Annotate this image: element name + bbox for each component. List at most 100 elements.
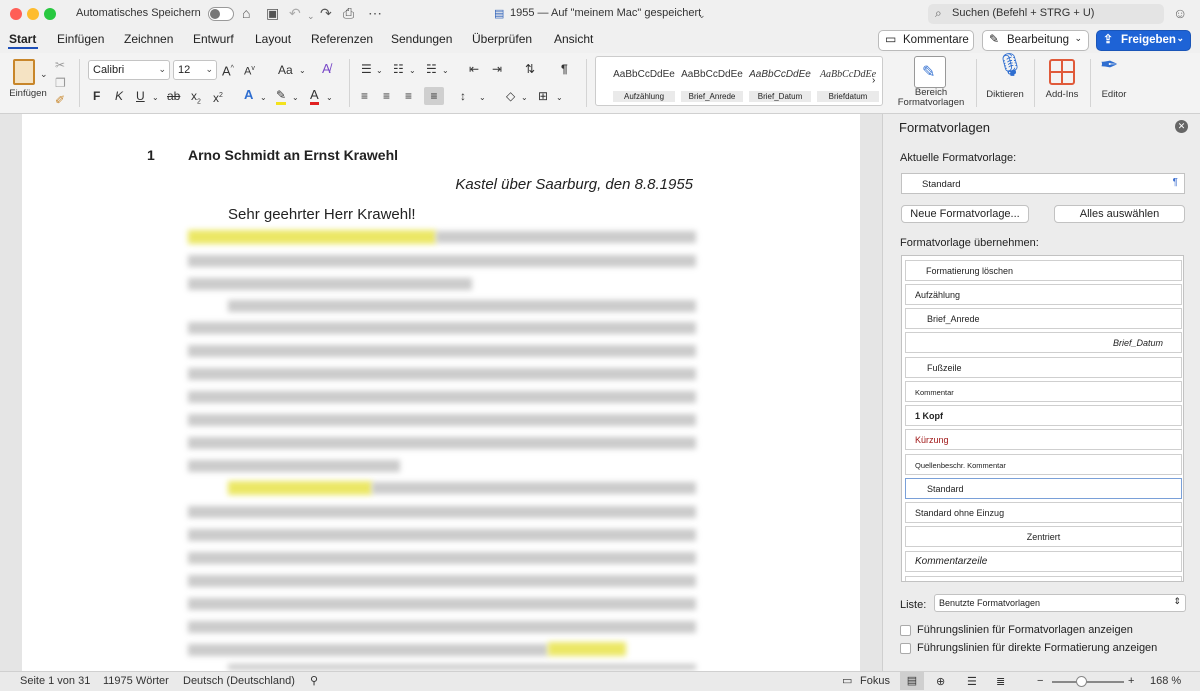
tab-referenzen[interactable]: Referenzen xyxy=(311,32,373,46)
style-item-quellenbeschr-kommentar[interactable]: Quellenbeschr. Kommentar xyxy=(905,454,1182,475)
select-all-button[interactable]: Alles auswählen xyxy=(1054,205,1185,223)
paste-dropdown-icon[interactable]: ⌄ xyxy=(40,67,48,81)
style-item-kuerzung[interactable]: Kürzung xyxy=(905,429,1182,450)
undo-dropdown-icon[interactable]: ⌄ xyxy=(307,8,315,24)
case-chevron-icon[interactable]: ⌄ xyxy=(299,64,306,78)
new-style-button[interactable]: Neue Formatvorlage... xyxy=(901,205,1029,223)
effects-chevron-icon[interactable]: ⌄ xyxy=(260,91,267,105)
borders-icon[interactable]: ⊞ xyxy=(538,89,548,103)
paste-icon[interactable] xyxy=(13,59,35,85)
decrease-indent-icon[interactable]: ⇤ xyxy=(469,62,479,76)
style-item-aufzaehlung[interactable]: Aufzählung xyxy=(905,284,1182,305)
gallery-style-aufzaehlung[interactable]: AaBbCcDdEe Aufzählung xyxy=(613,61,675,103)
draft-view-icon[interactable]: ≣ xyxy=(996,675,1005,688)
more-icon[interactable]: ⋯ xyxy=(368,5,382,21)
underline-button[interactable]: U xyxy=(136,89,145,103)
font-color-icon[interactable]: A xyxy=(310,88,319,105)
accessibility-icon[interactable]: ⚲ xyxy=(310,674,318,687)
tab-ueberpruefen[interactable]: Überprüfen xyxy=(472,32,532,46)
text-effects-icon[interactable]: A xyxy=(244,88,253,102)
bullets-icon[interactable]: ☰ xyxy=(361,62,372,76)
align-left-icon[interactable]: ≡ xyxy=(361,89,368,103)
outline-view-icon[interactable]: ☰ xyxy=(967,675,977,688)
style-item-partial[interactable] xyxy=(905,576,1182,581)
tab-ansicht[interactable]: Ansicht xyxy=(554,32,593,46)
borders-chevron-icon[interactable]: ⌄ xyxy=(556,91,563,105)
change-case-button[interactable]: Aa xyxy=(278,63,293,77)
page-count[interactable]: Seite 1 von 31 xyxy=(20,675,90,687)
gallery-style-brief-datum[interactable]: AaBbCcDdEe Brief_Datum xyxy=(749,61,811,103)
subscript-button[interactable]: x2 xyxy=(191,89,201,109)
gallery-style-brief-anrede[interactable]: AaBbCcDdEe Brief_Anrede xyxy=(681,61,743,103)
guide-direct-checkbox[interactable] xyxy=(900,643,911,654)
zoom-in-icon[interactable]: + xyxy=(1128,675,1134,687)
zoom-window-button[interactable] xyxy=(44,8,56,20)
style-item-standard[interactable]: Standard xyxy=(905,478,1182,499)
style-item-standard-ohne-einzug[interactable]: Standard ohne Einzug xyxy=(905,502,1182,523)
search-field[interactable]: ⌕ Suchen (Befehl + STRG + U) xyxy=(928,4,1164,24)
list-filter-select[interactable]: Benutzte Formatvorlagen ⇕ xyxy=(934,594,1186,612)
highlight-chevron-icon[interactable]: ⌄ xyxy=(292,91,299,105)
sort-icon[interactable]: ⇅ xyxy=(525,62,535,76)
align-center-icon[interactable]: ≡ xyxy=(383,89,390,103)
language[interactable]: Deutsch (Deutschland) xyxy=(183,675,295,687)
numbering-chevron-icon[interactable]: ⌄ xyxy=(409,64,416,78)
addins-icon[interactable] xyxy=(1049,59,1075,85)
minimize-window-button[interactable] xyxy=(27,8,39,20)
increase-indent-icon[interactable]: ⇥ xyxy=(492,62,502,76)
multilevel-chevron-icon[interactable]: ⌄ xyxy=(442,64,449,78)
styles-pane-icon[interactable]: ✎ xyxy=(914,56,946,88)
align-right-icon[interactable]: ≡ xyxy=(405,89,412,103)
guide-styles-checkbox[interactable] xyxy=(900,625,911,636)
font-name-dropdown[interactable]: Calibri ⌄ xyxy=(88,60,170,80)
justify-icon[interactable]: ≡ xyxy=(424,87,444,105)
tab-entwurf[interactable]: Entwurf xyxy=(193,32,234,46)
autosave-toggle[interactable] xyxy=(208,7,234,21)
underline-chevron-icon[interactable]: ⌄ xyxy=(152,91,159,105)
web-layout-icon[interactable]: ⊕ xyxy=(936,675,945,688)
styles-pane-label[interactable]: Bereich Formatvorlagen xyxy=(892,88,970,108)
share-button[interactable]: ⇪ Freigeben ⌄ xyxy=(1096,30,1191,51)
comments-button[interactable]: ▭ Kommentare xyxy=(878,30,974,51)
clear-formatting-icon[interactable]: A̸ xyxy=(322,62,331,76)
focus-icon[interactable]: ▭ xyxy=(842,674,852,687)
shading-chevron-icon[interactable]: ⌄ xyxy=(521,91,528,105)
strikethrough-button[interactable]: ab xyxy=(167,89,180,103)
close-window-button[interactable] xyxy=(10,8,22,20)
bullets-chevron-icon[interactable]: ⌄ xyxy=(376,64,383,78)
zoom-percent[interactable]: 168 % xyxy=(1150,675,1181,687)
line-spacing-icon[interactable]: ↕ xyxy=(460,89,466,103)
zoom-out-icon[interactable]: − xyxy=(1037,675,1043,687)
style-item-clear-formatting[interactable]: Formatierung löschen xyxy=(905,260,1182,281)
font-color-chevron-icon[interactable]: ⌄ xyxy=(326,91,333,105)
gallery-style-briefdatum[interactable]: AaBbCcDdEe Briefdatum xyxy=(817,61,879,103)
word-count[interactable]: 11975 Wörter xyxy=(103,675,169,687)
format-painter-icon[interactable]: ✐ xyxy=(55,93,65,107)
redo-icon[interactable]: ↷ xyxy=(320,5,332,21)
style-item-fusszeile[interactable]: Fußzeile xyxy=(905,357,1182,378)
tab-layout[interactable]: Layout xyxy=(255,32,291,46)
grow-font-button[interactable]: A^ xyxy=(222,62,234,78)
current-style-field[interactable]: Standard ¶ xyxy=(901,173,1185,194)
tab-start[interactable]: Start xyxy=(9,32,36,46)
style-item-brief-anrede[interactable]: Brief_Anrede xyxy=(905,308,1182,329)
print-icon[interactable]: ⎙ xyxy=(343,5,354,21)
shading-icon[interactable]: ◇ xyxy=(506,89,515,103)
pilcrow-icon[interactable]: ¶ xyxy=(561,62,568,76)
focus-button[interactable]: Fokus xyxy=(860,675,890,687)
document-title[interactable]: 1955 — Auf "meinem Mac" gespeichert xyxy=(510,7,701,19)
editor-pen-icon[interactable]: ✒ xyxy=(1100,54,1118,76)
style-item-kopf[interactable]: 1 Kopf xyxy=(905,405,1182,426)
italic-button[interactable]: K xyxy=(115,89,123,103)
gallery-more-icon[interactable]: › xyxy=(872,75,875,86)
highlight-icon[interactable]: ✎ xyxy=(276,88,287,105)
cut-icon[interactable]: ✂ xyxy=(55,58,65,72)
account-icon[interactable]: ☺ xyxy=(1173,5,1187,21)
font-size-dropdown[interactable]: 12 ⌄ xyxy=(173,60,217,80)
numbering-icon[interactable]: ☷ xyxy=(393,62,404,76)
home-icon[interactable]: ⌂ xyxy=(242,5,250,21)
copy-icon[interactable]: ❐ xyxy=(55,76,66,90)
superscript-button[interactable]: x2 xyxy=(213,89,223,105)
style-item-kommentar[interactable]: Kommentar xyxy=(905,381,1182,402)
tab-sendungen[interactable]: Sendungen xyxy=(391,32,452,46)
